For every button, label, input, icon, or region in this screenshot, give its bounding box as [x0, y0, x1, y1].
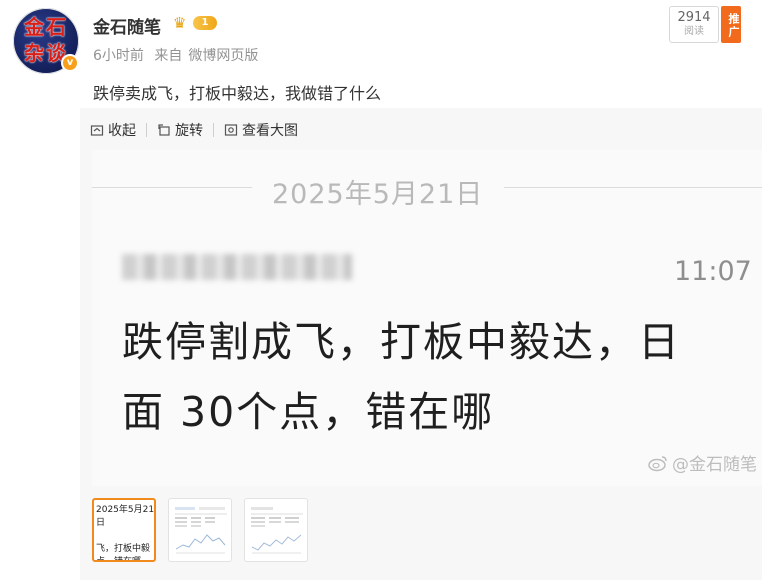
- level-badge: 1: [193, 16, 217, 30]
- collapse-button[interactable]: 收起: [90, 120, 136, 140]
- thumbnail-text: 2025年5月21日 飞，打板中毅 点，错在哪: [96, 505, 155, 562]
- rotate-label: 旋转: [175, 123, 203, 139]
- view-large-button[interactable]: 查看大图: [224, 120, 298, 140]
- source-link[interactable]: 微博网页版: [188, 48, 258, 64]
- rotate-button[interactable]: 旋转: [157, 120, 203, 140]
- vip-badge[interactable]: ♛ 1: [173, 14, 219, 32]
- username[interactable]: 金石随笔: [93, 13, 161, 38]
- view-large-label: 查看大图: [242, 123, 298, 139]
- watermark-text: @金石随笔: [672, 455, 757, 475]
- message-line-2: 面 30个点，错在哪: [122, 388, 495, 436]
- post-text: 跌停卖成飞，打板中毅达，我做错了什么: [93, 84, 382, 103]
- thumbnail-chart-image: [173, 505, 229, 559]
- date-divider-right: [504, 187, 762, 188]
- toolbar-divider: [146, 123, 147, 137]
- post-meta: 6小时前 来自 微博网页版: [93, 45, 264, 65]
- thumbnail-strip: 2025年5月21日 飞，打板中毅 点，错在哪: [92, 498, 320, 562]
- rotate-icon: [157, 123, 171, 137]
- blurred-sender-name: [122, 254, 352, 280]
- collapse-label: 收起: [108, 123, 136, 139]
- weibo-logo-icon: [647, 454, 669, 472]
- crown-icon: ♛: [173, 14, 187, 32]
- toolbar-divider: [213, 123, 214, 137]
- message-line-1: 跌停割成飞，打板中毅达，日: [122, 318, 681, 366]
- read-label: 阅读: [684, 26, 704, 37]
- thumbnail-2[interactable]: [168, 498, 232, 562]
- view-large-icon: [224, 123, 238, 137]
- verified-icon: v: [61, 54, 79, 72]
- chat-date: 2025年5月21日: [272, 179, 484, 210]
- read-count-box: 2914 阅读: [669, 6, 719, 43]
- read-count: 2914: [677, 10, 711, 25]
- message-time: 11:07: [674, 256, 752, 287]
- thumbnail-3[interactable]: [244, 498, 308, 562]
- date-divider-left: [92, 187, 252, 188]
- collapse-icon: [90, 123, 104, 137]
- main-image[interactable]: 2025年5月21日 11:07 跌停割成飞，打板中毅达，日 面 30个点，错在…: [92, 150, 762, 486]
- media-toolbar: 收起 旋转 查看大图: [90, 120, 298, 140]
- thumbnail-chart-image: [249, 505, 305, 559]
- thumbnail-1[interactable]: 2025年5月21日 飞，打板中毅 点，错在哪: [92, 498, 156, 562]
- source-prefix: 来自: [154, 48, 183, 64]
- post-time[interactable]: 6小时前: [93, 48, 144, 64]
- watermark: @金石随笔: [647, 450, 757, 475]
- media-panel: 收起 旋转 查看大图 2025年5月21日 11:07 跌停割成飞，打板中毅达，…: [80, 108, 762, 580]
- promote-button[interactable]: 推广: [721, 6, 741, 43]
